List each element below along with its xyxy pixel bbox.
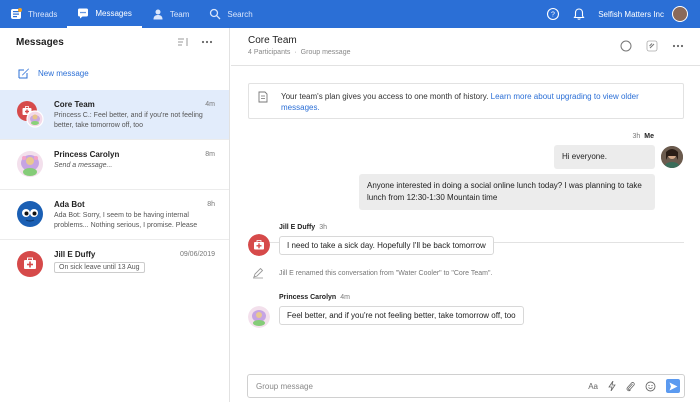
message-composer: Aa	[247, 374, 685, 398]
thread-item-core-team[interactable]: Core Team 4m Princess C.: Feel better, a…	[0, 90, 229, 140]
nav-threads[interactable]: Threads	[0, 0, 67, 28]
thread-preview: Ada Bot: Sorry, I seem to be having inte…	[54, 212, 198, 229]
princess-carolyn-avatar[interactable]	[248, 306, 270, 328]
more-options-icon[interactable]	[201, 40, 213, 44]
thread-name: Core Team	[54, 99, 95, 109]
format-text-button[interactable]: Aa	[588, 382, 598, 391]
message-time: 3h	[319, 224, 327, 231]
org-name[interactable]: Selfish Matters Inc	[598, 10, 664, 19]
search-icon	[210, 8, 221, 20]
thread-time: 09/06/2019	[179, 250, 215, 258]
thread-name: Princess Carolyn	[54, 149, 120, 159]
message-input[interactable]	[256, 381, 579, 391]
jill-avatar	[16, 250, 44, 278]
video-icon[interactable]	[646, 40, 658, 52]
user-avatar[interactable]	[672, 6, 688, 22]
send-button[interactable]	[666, 379, 680, 393]
system-message: Jill E renamed this conversation from "W…	[279, 270, 493, 277]
lightning-icon[interactable]	[608, 381, 616, 391]
message-bubble[interactable]: Feel better, and if you're not feeling b…	[279, 306, 524, 325]
nav-team-label: Team	[169, 9, 190, 19]
new-message-button[interactable]: New message	[0, 56, 229, 90]
my-message-meta: 3h Me	[632, 133, 654, 140]
conversation-type: Group message	[300, 49, 351, 56]
princess-carolyn-avatar	[16, 150, 44, 178]
thread-preview: Princess C.: Feel better, and if you're …	[54, 112, 203, 129]
thread-name: Ada Bot	[54, 199, 85, 209]
nav-threads-label: Threads	[28, 9, 58, 19]
threads-sidebar: Messages New message Core Team 4m Prince…	[0, 28, 230, 402]
sender-meta: Princess Carolyn 4m	[279, 294, 350, 301]
message-bubble[interactable]: Hi everyone.	[554, 145, 655, 169]
sender-meta: Jill E Duffy 3h	[279, 224, 327, 231]
svg-text:?: ?	[551, 12, 555, 19]
bell-icon[interactable]	[572, 7, 586, 21]
conversation-panel: Core Team 4 Participants · Group message…	[231, 28, 700, 402]
jill-avatar[interactable]	[248, 234, 270, 256]
attachment-icon[interactable]	[626, 381, 635, 392]
message-bubble[interactable]: Anyone interested in doing a social onli…	[359, 174, 655, 210]
messages-icon	[78, 8, 89, 19]
thread-name: Jill E Duffy	[54, 249, 96, 259]
emoji-icon[interactable]	[645, 381, 656, 392]
message-time: 3h	[632, 133, 641, 140]
sender-name: Princess Carolyn	[279, 294, 337, 301]
status-badge: On sick leave until 13 Aug	[54, 262, 145, 273]
participants-count[interactable]: 4 Participants	[248, 49, 290, 56]
threads-icon	[11, 8, 22, 19]
thread-time: 4m	[205, 100, 215, 108]
nav-messages[interactable]: Messages	[67, 0, 142, 28]
nav-search-label: Search	[227, 9, 253, 19]
history-text: Your team's plan gives you access to one…	[281, 92, 489, 101]
nav-team[interactable]: Team	[142, 0, 200, 28]
message-bubble[interactable]: I need to take a sick day. Hopefully I'l…	[279, 236, 494, 255]
group-avatar	[16, 100, 44, 128]
separator: ·	[294, 49, 297, 56]
sidebar-title: Messages	[16, 36, 64, 48]
nav-search[interactable]: Search	[199, 0, 262, 28]
nav-messages-label: Messages	[95, 8, 132, 18]
thread-item-ada-bot[interactable]: Ada Bot 8h Ada Bot: Sorry, I seem to be …	[0, 190, 229, 240]
ada-bot-avatar	[16, 200, 44, 228]
call-icon[interactable]	[620, 40, 632, 52]
conversation-header: Core Team 4 Participants · Group message	[231, 28, 700, 66]
sidebar-header: Messages	[0, 28, 229, 56]
thread-item-jill-e-duffy[interactable]: Jill E Duffy 09/06/2019 On sick leave un…	[0, 240, 229, 290]
rename-pencil-icon	[253, 267, 264, 279]
send-icon	[669, 382, 677, 390]
my-avatar[interactable]	[661, 146, 683, 168]
message-time: 4m	[340, 294, 350, 301]
sort-icon[interactable]	[177, 37, 189, 47]
thread-time: 8h	[207, 200, 215, 208]
thread-item-princess-carolyn[interactable]: Princess Carolyn 8m Send a message...	[0, 140, 229, 190]
top-navigation-bar: Threads Messages Team Search ? Selfish M…	[0, 0, 700, 28]
team-icon	[153, 9, 163, 20]
sender-name: Me	[644, 133, 654, 140]
new-message-label: New message	[38, 68, 89, 78]
thread-preview: Send a message...	[54, 162, 113, 169]
more-options-icon[interactable]	[672, 44, 684, 48]
history-icon	[258, 91, 268, 103]
history-banner: Your team's plan gives you access to one…	[248, 83, 684, 119]
compose-icon	[18, 68, 29, 79]
help-icon[interactable]: ?	[546, 7, 560, 21]
sender-name: Jill E Duffy	[279, 224, 316, 231]
thread-time: 8m	[205, 150, 215, 158]
